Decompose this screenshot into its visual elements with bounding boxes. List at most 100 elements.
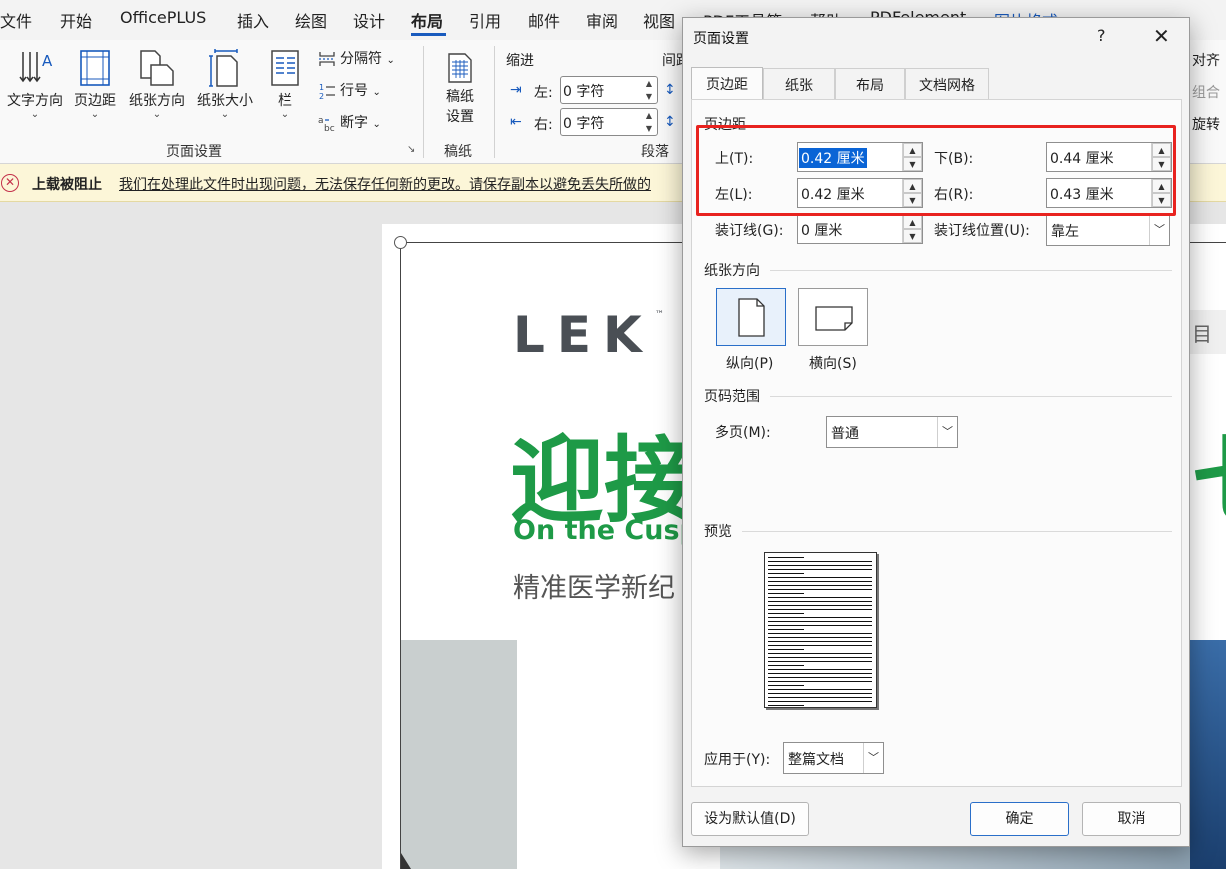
preview-text-line [768, 589, 872, 590]
columns-button[interactable]: 栏 ⌄ [266, 48, 304, 120]
gutter-position-label: 装订线位置(U): [934, 223, 1030, 239]
active-tab-indicator [411, 33, 446, 36]
spinner-icon[interactable]: ▲ ▼ [643, 109, 655, 135]
tab-draw[interactable]: 绘图 [295, 8, 327, 32]
line-numbers-icon: 12 [319, 83, 335, 100]
multiple-pages-select[interactable]: 普通 ﹀ [826, 416, 958, 448]
dialog-launcher-icon[interactable]: ↘ [407, 144, 415, 155]
paper-size-icon [209, 49, 238, 87]
close-icon[interactable]: ✕ [1153, 24, 1170, 48]
chevron-down-icon: ⌄ [30, 109, 40, 120]
chevron-down-icon: ⌄ [90, 109, 100, 120]
grey-photo-block [401, 640, 517, 869]
orientation-label: 纸张方向 [129, 93, 185, 109]
preview-text-line [768, 577, 872, 578]
section-divider [770, 396, 1172, 397]
side-panel-tab[interactable]: 目 [1190, 310, 1226, 354]
apply-to-select[interactable]: 整篇文档 ﹀ [783, 742, 884, 774]
rotate-handle[interactable] [394, 236, 407, 249]
preview-text-line [768, 689, 872, 690]
line-numbers-button[interactable]: 1 2 行号 ⌄ [318, 80, 381, 100]
chevron-down-icon: ⌄ [372, 87, 381, 98]
gutter-input[interactable]: 0 厘米 ▲ ▼ [797, 214, 923, 244]
set-as-default-button[interactable]: 设为默认值(D) [691, 802, 809, 836]
svg-text:a: a [318, 116, 324, 126]
multiple-pages-label: 多页(M): [715, 425, 771, 441]
orientation-section-title: 纸张方向 [704, 263, 760, 279]
error-circle-icon: ✕ [1, 174, 19, 192]
svg-text:A: A [42, 52, 53, 70]
preview-text-line [768, 565, 872, 566]
manuscript-settings-button[interactable]: 稿纸 设置 [438, 52, 482, 126]
preview-text-line [768, 701, 872, 702]
tab-layout[interactable]: 布局 [411, 8, 443, 32]
section-divider [770, 270, 1172, 271]
cancel-button[interactable]: 取消 [1082, 802, 1181, 836]
indent-left-label: 左: [534, 85, 553, 101]
group-separator [423, 46, 424, 158]
indent-right-icon: ⇤ [510, 114, 522, 130]
breaks-icon [319, 52, 335, 66]
svg-text:bc: bc [324, 124, 335, 132]
orientation-button[interactable]: 纸张方向 ⌄ [124, 48, 190, 120]
page-setup-group-label: 页面设置 [166, 144, 222, 160]
tab-file[interactable]: 文件 [0, 8, 32, 32]
hyphenation-label: 断字 [340, 115, 368, 131]
portrait-label[interactable]: 纵向(P) [726, 353, 773, 373]
warning-message-link[interactable]: 我们在处理此文件时出现问题，无法保存任何新的更改。请保存副本以避免丢失所做的 [119, 174, 679, 194]
breaks-button[interactable]: 分隔符 ⌄ [318, 48, 395, 68]
tab-home[interactable]: 开始 [60, 8, 92, 32]
svg-text:1: 1 [319, 83, 324, 92]
tab-design[interactable]: 设计 [353, 8, 385, 32]
preview-text-line [768, 625, 872, 626]
spin-up-icon[interactable]: ▲ [903, 215, 922, 229]
manuscript-group-label: 稿纸 [444, 144, 472, 160]
spacing-after-icon: ↕ [664, 114, 676, 130]
preview-text-line [768, 641, 872, 642]
group-button[interactable]: 组合 [1192, 82, 1220, 102]
line-numbers-label: 行号 [340, 83, 368, 99]
align-button[interactable]: 对齐 [1192, 50, 1220, 70]
preview-text-line [768, 593, 804, 594]
tab-margins[interactable]: 页边距 [691, 67, 763, 100]
chevron-down-icon[interactable]: ﹀ [863, 743, 883, 773]
tab-paper[interactable]: 纸张 [763, 68, 835, 99]
tab-mailings[interactable]: 邮件 [528, 8, 560, 32]
portrait-option[interactable] [716, 288, 786, 346]
preview-text-line [768, 645, 872, 646]
preview-text-line [768, 665, 804, 666]
hyphenation-button[interactable]: a bc 断字 ⌄ [318, 112, 381, 132]
preview-text-line [768, 685, 804, 686]
chevron-down-icon: ⌄ [372, 119, 381, 130]
tab-insert[interactable]: 插入 [237, 8, 269, 32]
spin-down-icon[interactable]: ▼ [903, 229, 922, 243]
tab-view[interactable]: 视图 [643, 8, 675, 32]
ok-button[interactable]: 确定 [970, 802, 1069, 836]
tab-layout-dlg[interactable]: 布局 [835, 68, 905, 99]
rotate-button[interactable]: 旋转 [1192, 114, 1220, 134]
portrait-page-icon [738, 298, 765, 337]
manuscript-label-line2: 设置 [446, 109, 474, 125]
tab-review[interactable]: 审阅 [586, 8, 618, 32]
chevron-down-icon[interactable]: ﹀ [1149, 215, 1169, 245]
indent-right-input[interactable]: 0 字符 ▲ ▼ [560, 108, 658, 136]
tab-references[interactable]: 引用 [469, 8, 501, 32]
help-button[interactable]: ? [1097, 26, 1106, 45]
spinner-icon[interactable]: ▲ ▼ [643, 77, 655, 103]
spinner[interactable]: ▲ ▼ [902, 215, 922, 243]
preview-text-line [768, 597, 872, 598]
margins-button[interactable]: 页边距 ⌄ [70, 48, 120, 120]
size-button[interactable]: 纸张大小 ⌄ [194, 48, 256, 120]
landscape-option[interactable] [798, 288, 868, 346]
tab-officeplus[interactable]: OfficePLUS [120, 8, 206, 27]
preview-text-line [768, 661, 872, 662]
gutter-position-select[interactable]: 靠左 ﹀ [1046, 214, 1170, 246]
indent-left-input[interactable]: 0 字符 ▲ ▼ [560, 76, 658, 104]
manuscript-icon [448, 53, 472, 83]
chevron-down-icon[interactable]: ﹀ [937, 417, 957, 447]
landscape-label[interactable]: 横向(S) [809, 353, 857, 373]
preview-text-line [768, 621, 872, 622]
tab-document-grid[interactable]: 文档网格 [905, 68, 989, 99]
text-direction-button[interactable]: A 文字方向 ⌄ [4, 48, 66, 120]
group-separator [494, 46, 495, 158]
